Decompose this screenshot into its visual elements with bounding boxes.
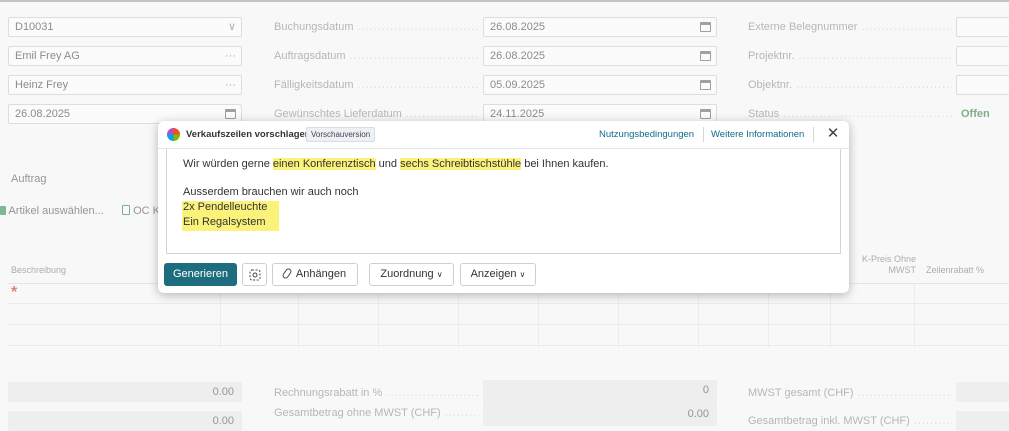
prompt-line-1: Wir würden gerne einen Konferenztisch un…	[183, 158, 609, 170]
sparkle-icon	[249, 269, 260, 281]
prompt-textarea[interactable]: Wir würden gerne einen Konferenztisch un…	[166, 149, 841, 254]
close-icon[interactable]: ✕	[825, 126, 841, 142]
chevron-down-icon: ∨	[519, 270, 526, 279]
terms-link[interactable]: Nutzungsbedingungen	[599, 129, 694, 140]
attach-button[interactable]: Anhängen	[272, 263, 358, 286]
preview-badge: Vorschauversion	[306, 127, 376, 142]
mapping-label: Zuordnung	[380, 268, 434, 280]
highlighted-item: sechs Schreibtischstühle	[400, 158, 522, 170]
mapping-dropdown[interactable]: Zuordnung ∨	[369, 263, 454, 286]
more-info-link[interactable]: Weitere Informationen	[711, 129, 804, 140]
chevron-down-icon: ∨	[436, 270, 443, 279]
header-divider	[703, 127, 704, 142]
prompt-line-2: Ausserdem brauchen wir auch noch	[183, 186, 359, 198]
prompt-line-4: Ein Regalsystem	[183, 216, 266, 228]
view-dropdown[interactable]: Anzeigen ∨	[460, 263, 536, 286]
prompt-text: Wir würden gerne	[183, 158, 273, 170]
prompt-guide-button[interactable]	[242, 263, 267, 286]
view-label: Anzeigen	[470, 268, 517, 280]
suggest-sales-lines-dialog: Verkaufszeilen vorschlagen Vorschauversi…	[158, 121, 849, 293]
header-divider	[813, 127, 814, 142]
paperclip-icon	[281, 267, 293, 280]
highlighted-item: einen Konferenztisch	[272, 158, 376, 170]
dialog-title: Verkaufszeilen vorschlagen	[186, 129, 311, 140]
attach-label: Anhängen	[295, 268, 347, 280]
prompt-text: und	[375, 158, 401, 170]
copilot-icon	[167, 128, 180, 141]
prompt-line-3: 2x Pendelleuchte	[183, 201, 268, 213]
prompt-text: bei Ihnen kaufen.	[521, 158, 609, 170]
dialog-header: Verkaufszeilen vorschlagen Vorschauversi…	[158, 121, 849, 149]
generate-button[interactable]: Generieren	[164, 263, 237, 286]
